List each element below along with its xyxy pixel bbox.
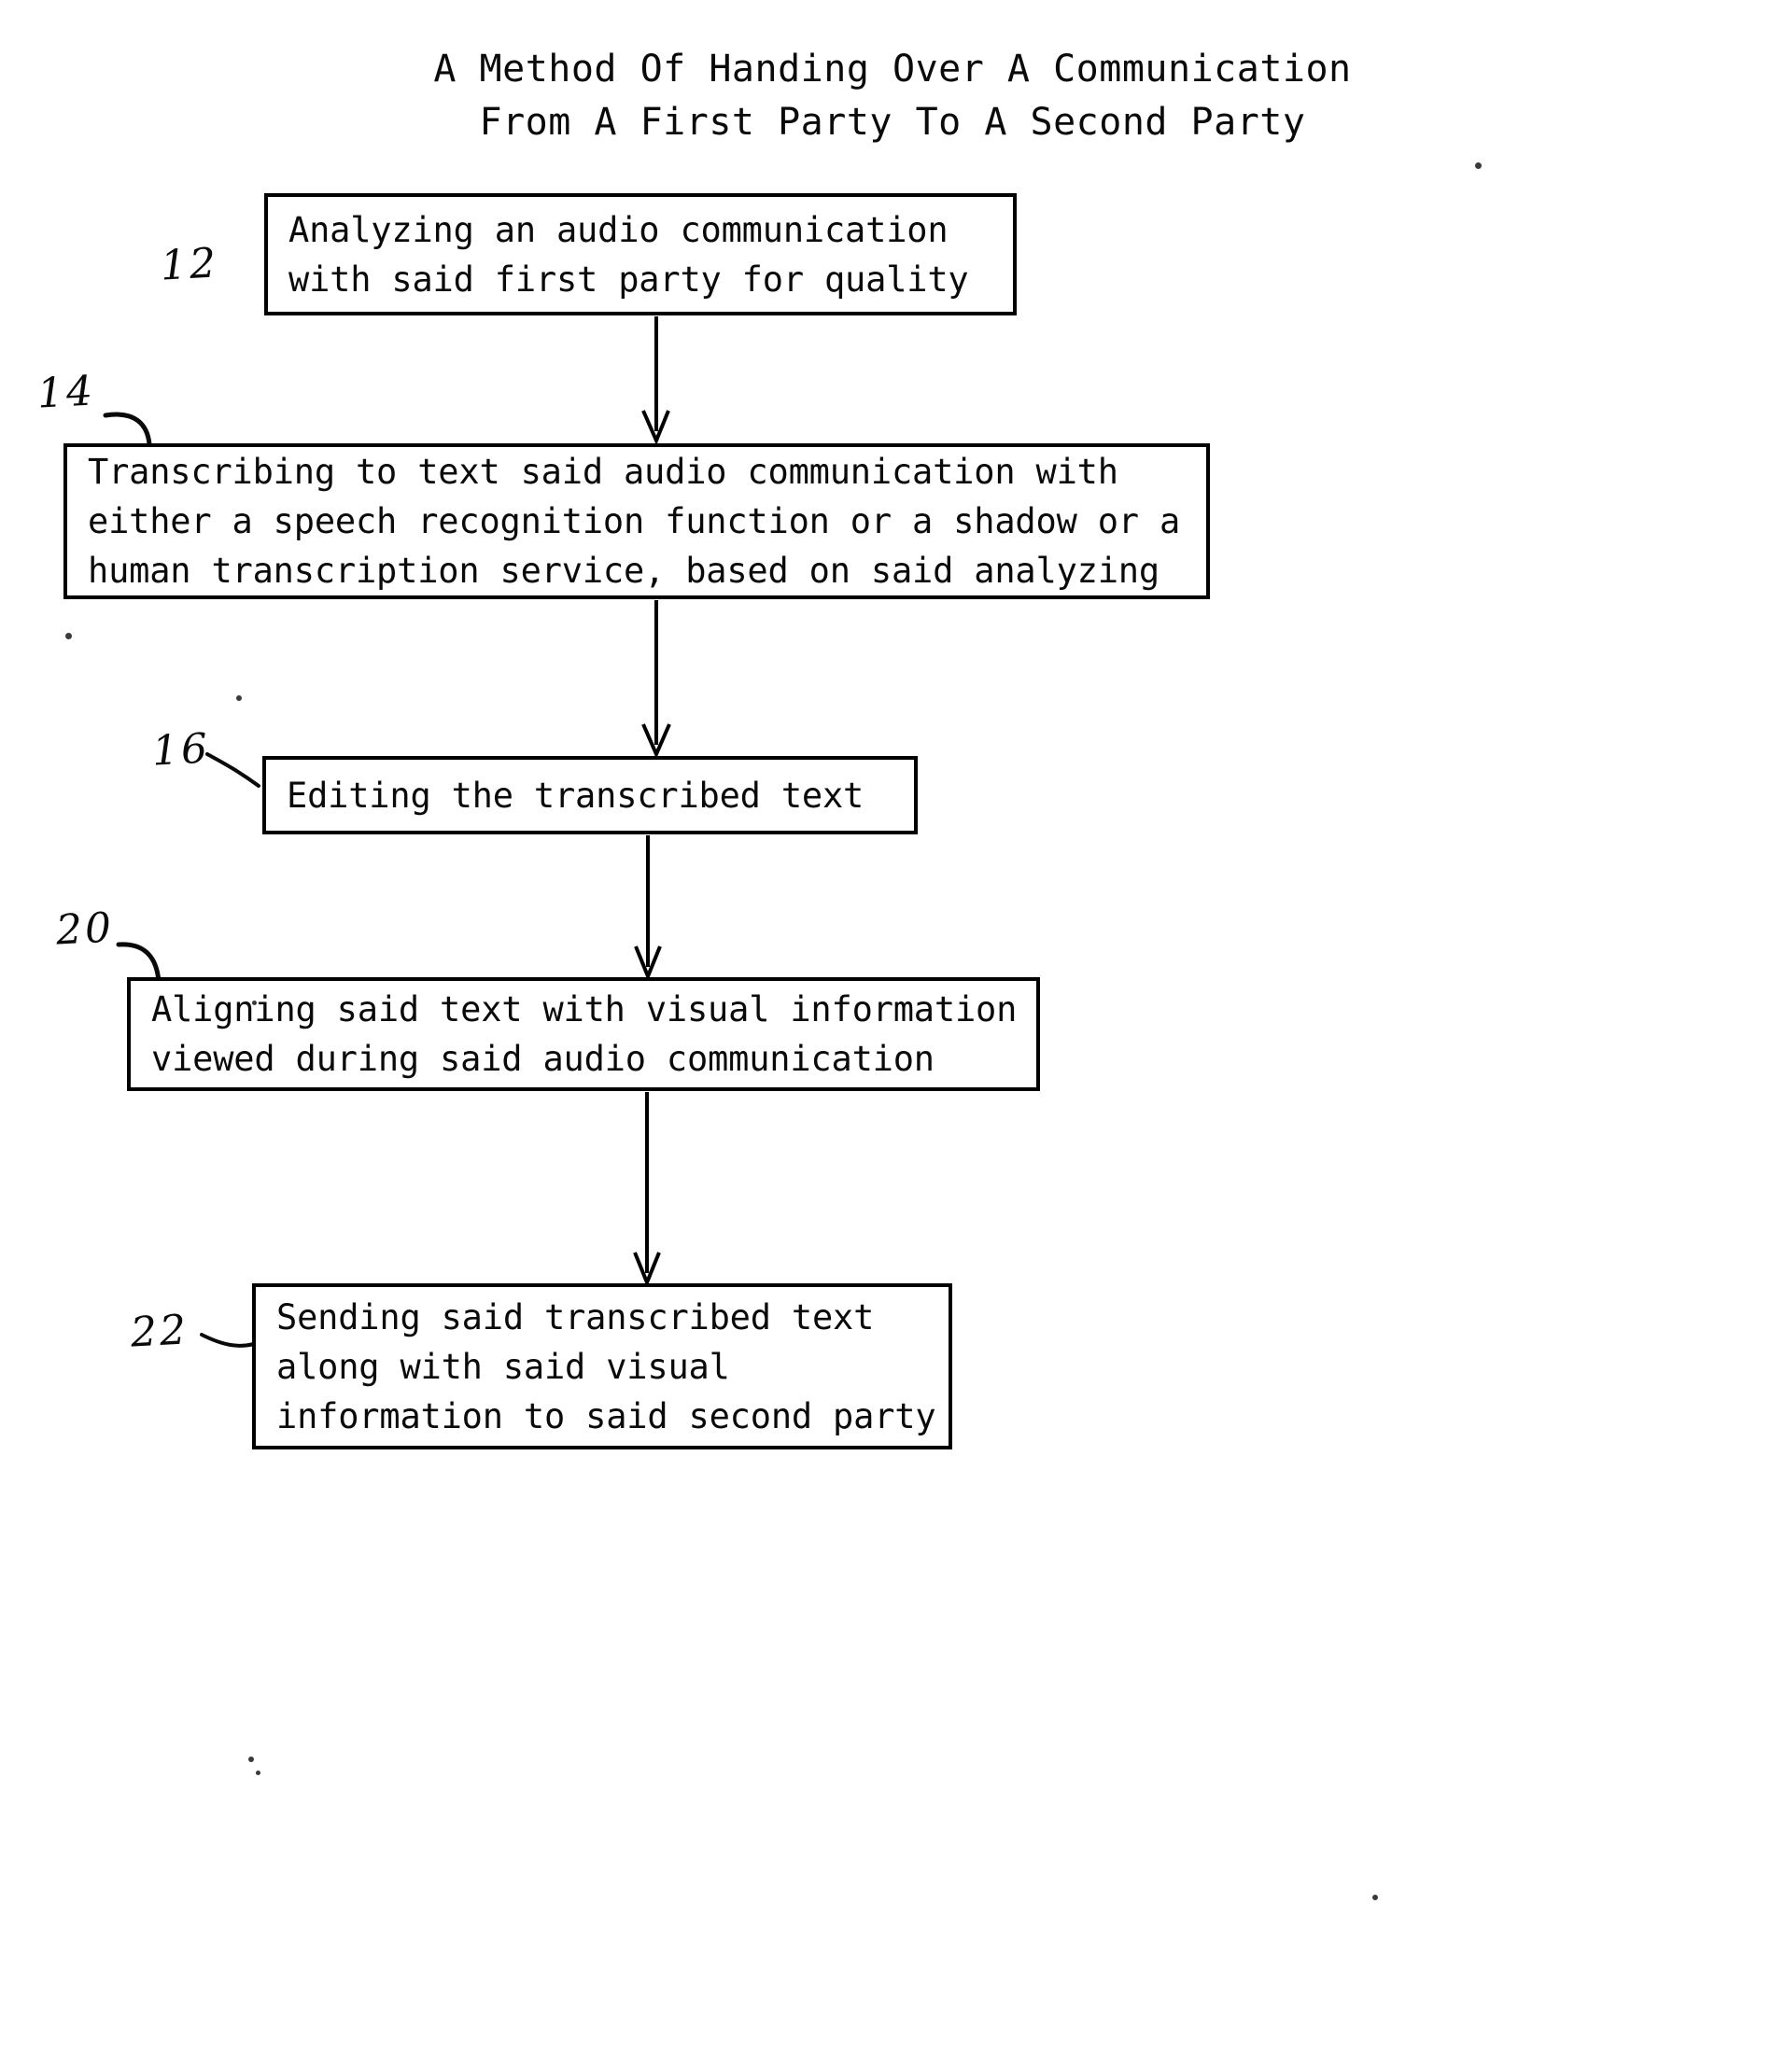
connector-14-to-16: [641, 600, 671, 759]
connector-20-to-22: [633, 1092, 661, 1288]
scan-speck: [236, 695, 242, 701]
flow-step-text-16: Editing the transcribed text: [287, 775, 864, 816]
figure-title: A Method Of Handing Over A Communication…: [433, 48, 1352, 144]
scan-speck: [65, 633, 72, 639]
flow-step-box-22: Sending said transcribed text along with…: [252, 1283, 952, 1449]
reference-numeral-12: 12: [159, 239, 220, 290]
scan-speck: [1372, 1895, 1378, 1900]
flow-step-box-16: Editing the transcribed text: [262, 756, 918, 834]
leader-line-14: [103, 412, 152, 447]
flow-step-box-14: Transcribing to text said audio communic…: [63, 443, 1210, 599]
reference-numeral-20: 20: [54, 903, 116, 955]
flow-step-box-12: Analyzing an audio communication with sa…: [264, 193, 1017, 315]
reference-numeral-22: 22: [129, 1306, 190, 1357]
flow-step-text-12: Analyzing an audio communication with sa…: [288, 209, 969, 300]
leader-line-16: [205, 752, 260, 788]
leader-line-22: [200, 1333, 256, 1348]
connector-12-to-14: [641, 316, 670, 446]
scan-speck: [248, 1757, 254, 1762]
flow-step-text-20: Aligning said text with visual informati…: [151, 989, 1018, 1079]
scan-speck: [256, 1771, 260, 1775]
reference-numeral-14: 14: [35, 367, 97, 418]
connector-16-to-20: [634, 835, 662, 982]
flow-step-text-22: Sending said transcribed text along with…: [276, 1296, 936, 1436]
flow-step-box-20: Aligning said text with visual informati…: [127, 977, 1040, 1091]
leader-line-20: [116, 942, 162, 985]
reference-numeral-16: 16: [150, 724, 212, 776]
scan-speck: [252, 1001, 257, 1005]
scan-speck: [1475, 162, 1482, 169]
flow-step-text-14: Transcribing to text said audio communic…: [88, 452, 1181, 591]
